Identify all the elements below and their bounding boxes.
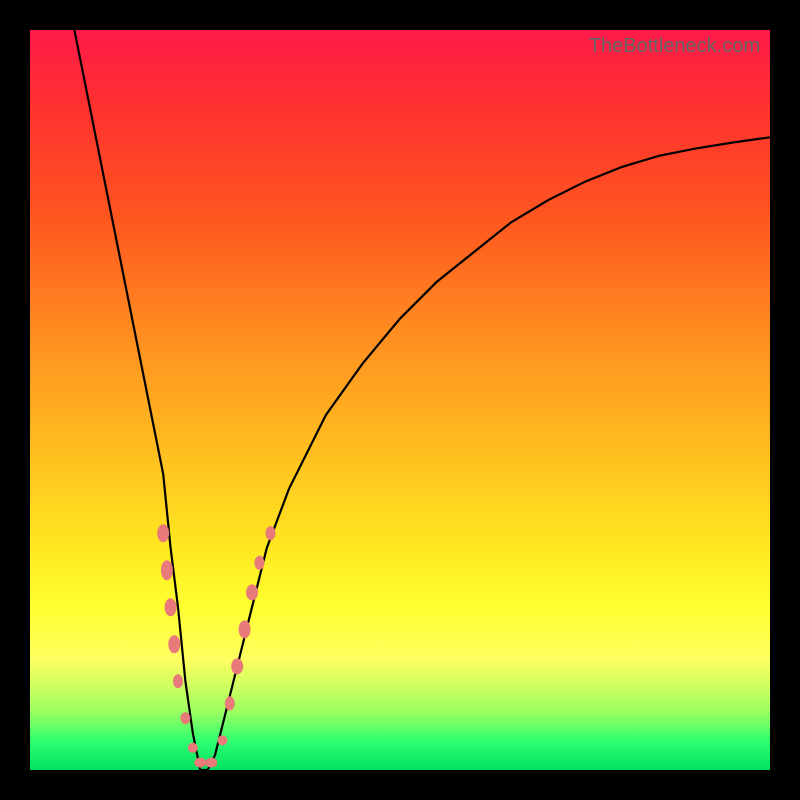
data-marker [173,674,183,688]
data-marker [217,735,227,745]
data-marker [254,556,264,570]
data-marker [157,524,169,542]
data-marker [188,743,198,753]
data-marker [194,758,206,768]
data-marker [231,658,243,674]
bottleneck-curve [74,30,770,770]
data-marker [161,560,173,580]
curve-svg [30,30,770,770]
data-marker [165,598,177,616]
data-marker [180,712,190,724]
data-marker [225,696,235,710]
data-marker [205,758,217,768]
data-marker [239,620,251,638]
data-marker [246,584,258,600]
data-marker [266,526,276,540]
chart-plot-area: TheBottleneck.com [30,30,770,770]
data-marker [168,635,180,653]
chart-container: TheBottleneck.com [0,0,800,800]
